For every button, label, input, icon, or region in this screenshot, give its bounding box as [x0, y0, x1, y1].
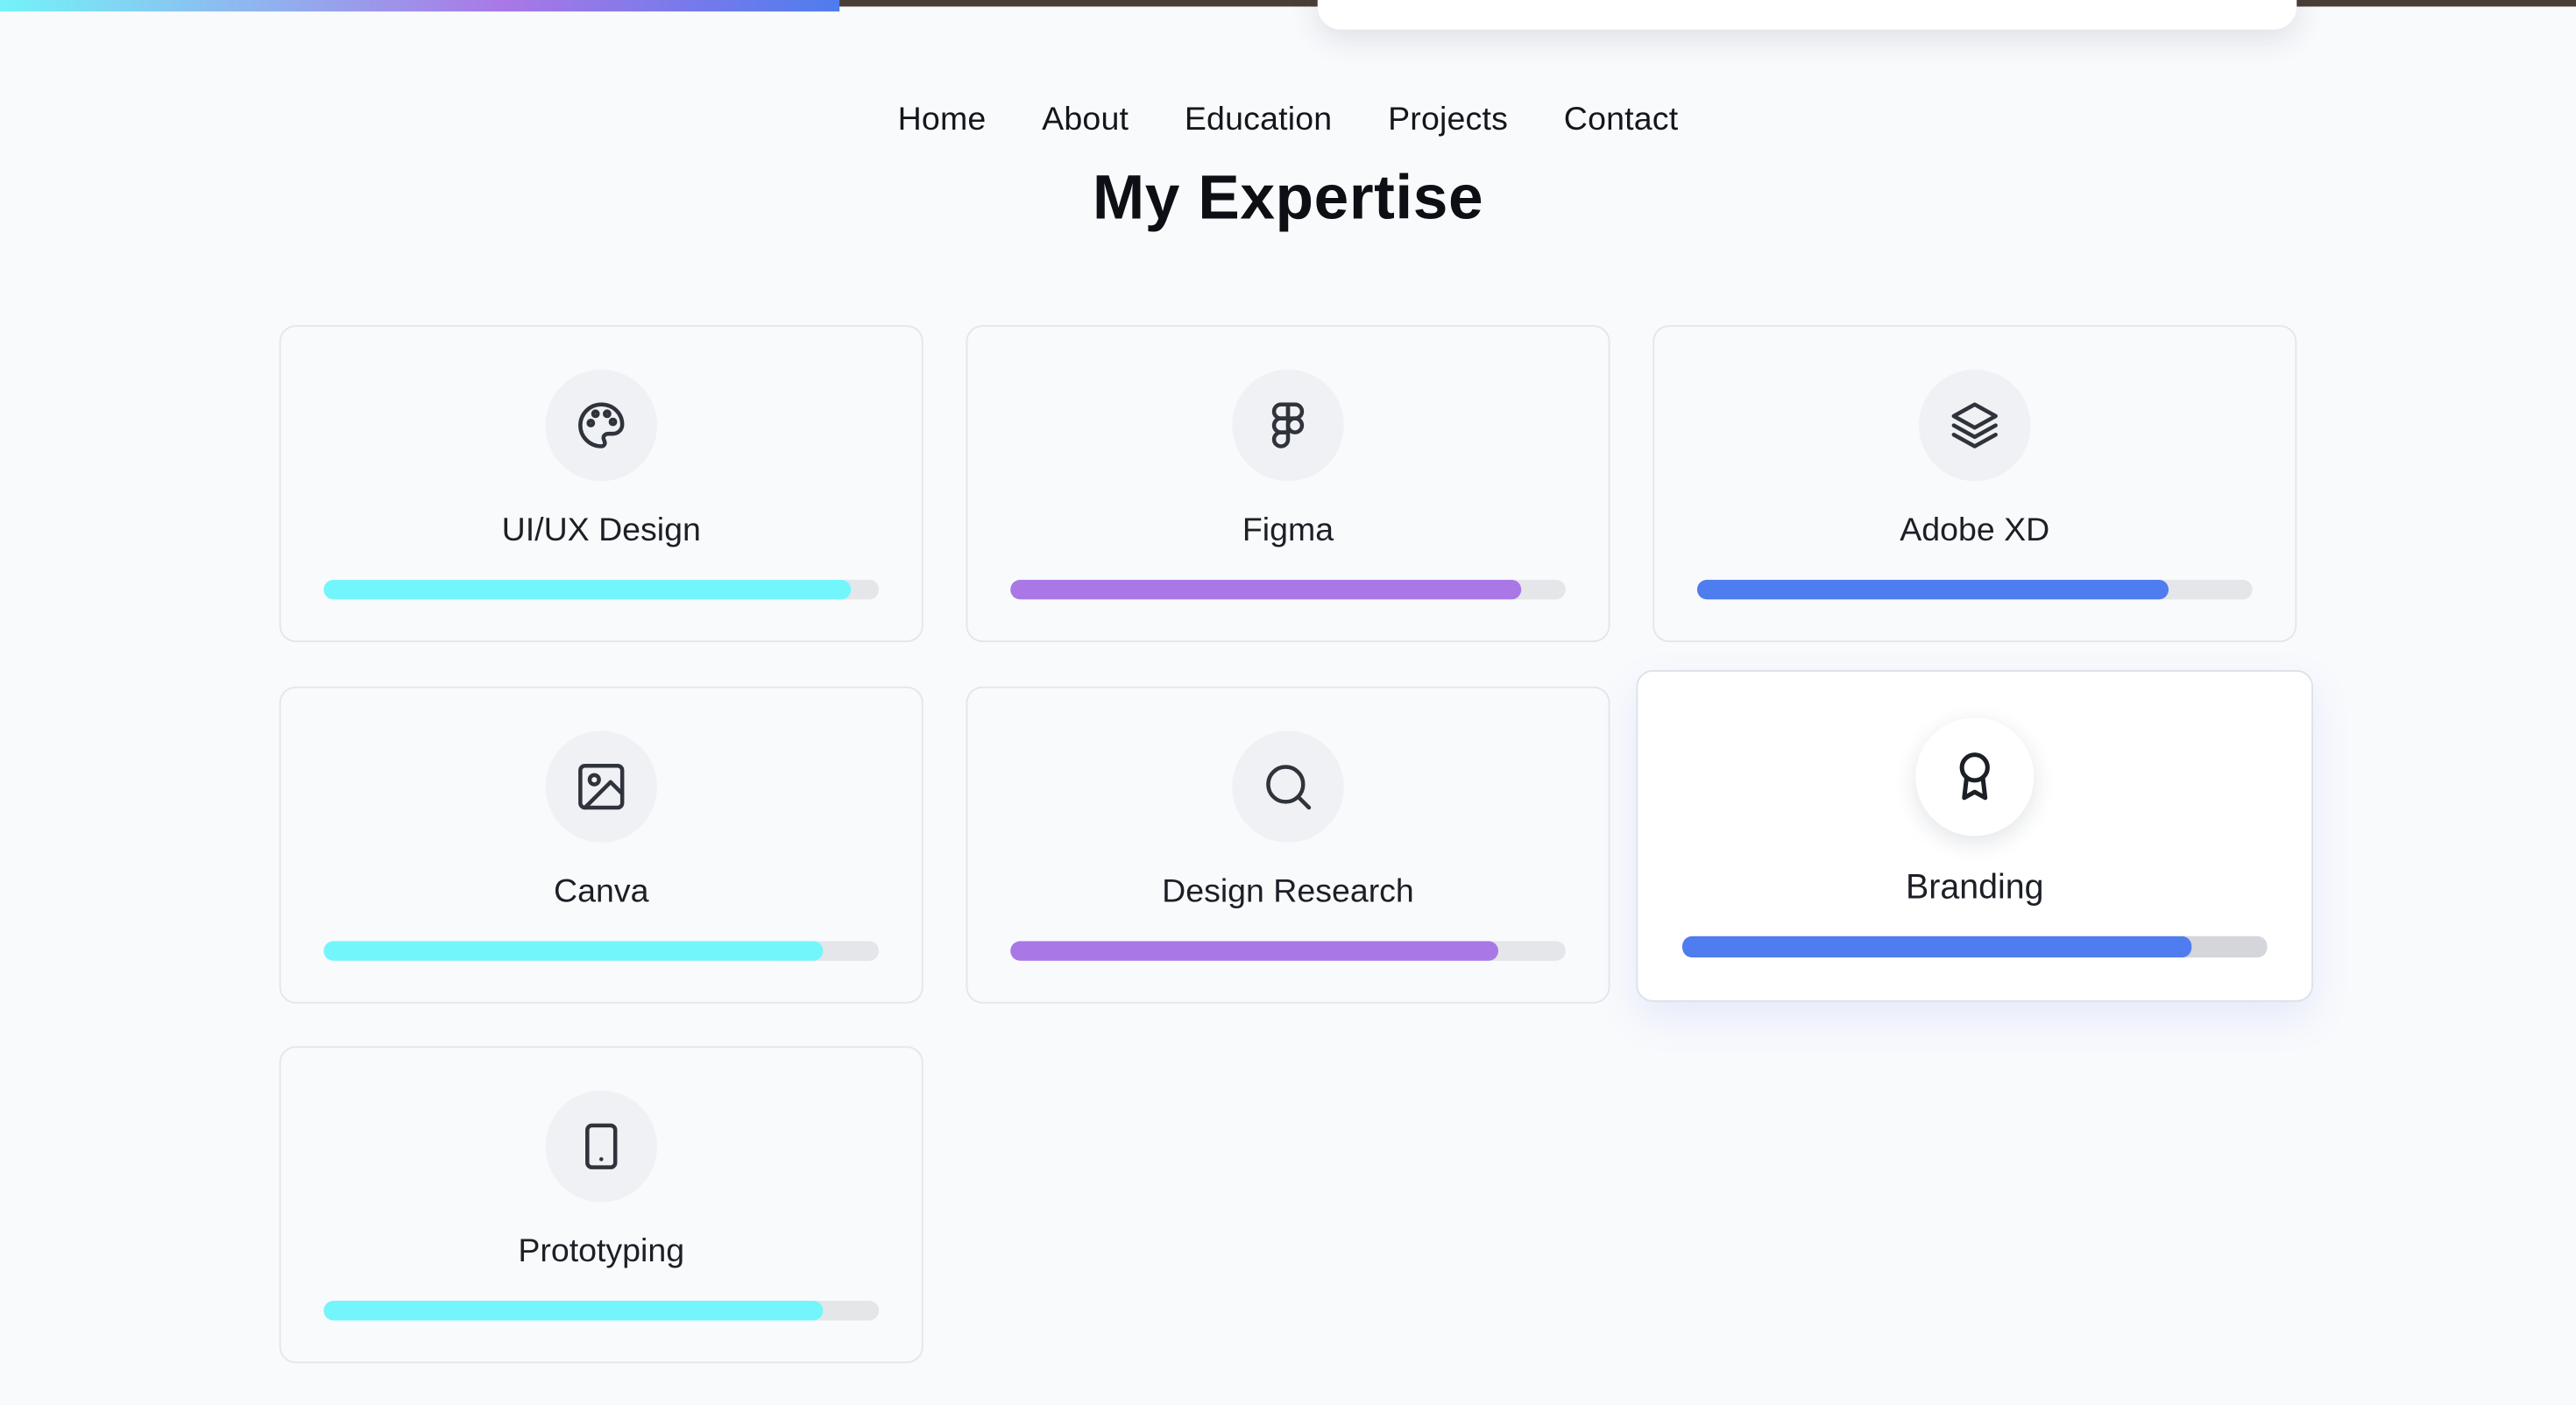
- skill-progress-fill: [323, 1301, 824, 1321]
- skill-progress-fill: [323, 941, 824, 961]
- layers-icon: [1919, 369, 2031, 482]
- skill-progress-fill: [323, 579, 852, 600]
- skill-label: Figma: [1242, 512, 1334, 549]
- skill-label: Prototyping: [518, 1233, 685, 1270]
- skill-card-branding[interactable]: Branding: [1636, 670, 2313, 1002]
- skill-label: Design Research: [1162, 873, 1414, 910]
- skill-progress-track: [323, 1301, 880, 1321]
- tablet-icon: [545, 1091, 657, 1203]
- skill-progress-fill: [1696, 579, 2169, 600]
- skill-progress-track: [1682, 935, 2268, 958]
- nav-projects[interactable]: Projects: [1388, 95, 1508, 145]
- skill-label: Branding: [1905, 868, 2044, 907]
- skill-card-figma[interactable]: Figma: [966, 325, 1610, 643]
- navbar-panel: [1317, 0, 2297, 30]
- main-nav: Home About Education Projects Contact: [0, 95, 2576, 145]
- skill-card-prototyping[interactable]: Prototyping: [279, 1046, 924, 1364]
- award-icon: [1915, 717, 2035, 837]
- skill-label: Canva: [554, 873, 649, 910]
- skill-label: Adobe XD: [1900, 512, 2050, 549]
- skill-label: UI/UX Design: [501, 512, 701, 549]
- skill-progress-track: [1010, 579, 1566, 600]
- nav-home[interactable]: Home: [898, 95, 987, 145]
- nav-about[interactable]: About: [1042, 95, 1129, 145]
- skill-progress-track: [1010, 941, 1566, 961]
- skill-card-adobe-xd[interactable]: Adobe XD: [1652, 325, 2297, 643]
- search-icon: [1232, 731, 1344, 843]
- skill-progress-track: [1696, 579, 2253, 600]
- section-title: My Expertise: [1092, 164, 1484, 234]
- skill-card-design-research[interactable]: Design Research: [966, 686, 1610, 1004]
- palette-icon: [545, 369, 657, 482]
- skill-card-uiux[interactable]: UI/UX Design: [279, 325, 924, 643]
- skill-progress-fill: [1010, 941, 1499, 961]
- page: Home About Education Projects Contact My…: [0, 0, 2576, 1405]
- figma-icon: [1232, 369, 1344, 482]
- image-icon: [545, 731, 657, 843]
- skill-card-canva[interactable]: Canva: [279, 686, 924, 1004]
- skill-progress-track: [323, 579, 880, 600]
- scroll-progress-bar: [0, 0, 840, 12]
- nav-contact[interactable]: Contact: [1564, 95, 1679, 145]
- skill-progress-fill: [1010, 579, 1522, 600]
- nav-education[interactable]: Education: [1185, 95, 1332, 145]
- skill-progress-track: [323, 941, 880, 961]
- skill-progress-fill: [1682, 935, 2191, 958]
